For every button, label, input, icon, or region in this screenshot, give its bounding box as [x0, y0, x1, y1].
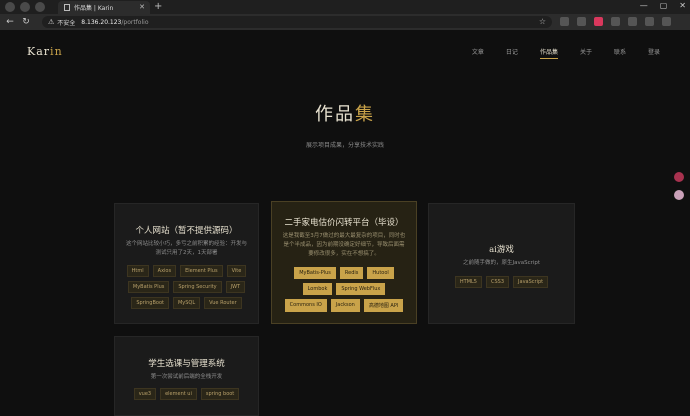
project-card-course-system[interactable]: 学生选课与管理系统 第一次尝试前后端的全栈开发 vue3 element ui … — [114, 336, 259, 416]
minimize-icon[interactable]: — — [640, 1, 648, 10]
favorites-icon[interactable] — [611, 17, 620, 26]
project-title: ai游戏 — [489, 245, 514, 255]
tag: JavaScript — [513, 276, 549, 288]
tag: Html — [126, 265, 149, 277]
url-path: /portfolio — [121, 18, 149, 26]
extension-red-icon[interactable] — [594, 17, 603, 26]
project-desc: 这个网站比较小巧，多亏之前积累的经验：开发与测试只用了2天，1天部署 — [125, 241, 247, 256]
workspaces-icon[interactable] — [20, 2, 30, 12]
nav-contact[interactable]: 联系 — [614, 47, 626, 59]
maximize-icon[interactable]: ▢ — [660, 1, 668, 10]
project-title: 个人网站（暂不提供源码） — [135, 226, 238, 236]
bookmark-star-icon[interactable]: ☆ — [539, 17, 546, 26]
tag: SpringBoot — [131, 297, 169, 309]
tag: Lombok — [302, 283, 333, 295]
close-tab-icon[interactable]: ✕ — [139, 3, 145, 11]
page-title-main: 作品 — [315, 104, 355, 125]
floating-extension-icon[interactable] — [674, 172, 684, 182]
menu-icon[interactable] — [662, 17, 671, 26]
tag: MySQL — [172, 297, 201, 309]
browser-tab-bar: 作品集 | Karin ✕ + — ▢ ✕ — [0, 0, 690, 14]
nav-portfolio[interactable]: 作品集 — [539, 47, 558, 59]
profile-icon[interactable] — [5, 2, 15, 12]
project-desc: 这是我截至3月7做过的最大最复杂的项目，同时也是个半成品，因为前期没确定好细节，… — [282, 233, 406, 257]
url-host: 8.136.20.123 — [81, 18, 122, 26]
project-tags: vue3 element ui spring boot — [125, 388, 248, 400]
insecure-label: 不安全 — [57, 19, 76, 27]
page-subtitle: 展示项目成果，分享技术实践 — [305, 142, 384, 149]
logo-accent: in — [50, 45, 63, 58]
reload-icon[interactable]: ↻ — [20, 17, 32, 27]
project-card-ai-game[interactable]: ai游戏 之前随手做的，原生JavaScript HTML5 CSS3 Java… — [428, 203, 575, 324]
tag: element ui — [160, 388, 197, 400]
tag: Element Plus — [180, 265, 223, 277]
site-logo[interactable]: Karin — [27, 45, 63, 58]
browser-tab[interactable]: 作品集 | Karin ✕ — [58, 1, 150, 14]
tab-actions-icon[interactable] — [35, 2, 45, 12]
address-bar[interactable]: ⚠ 不安全 8.136.20.123 /portfolio ☆ — [42, 16, 552, 28]
nav-about[interactable]: 关于 — [580, 47, 592, 59]
tag: Vite — [226, 265, 247, 277]
page-title: 作品集 — [0, 100, 690, 126]
tag: Axios — [152, 265, 177, 277]
split-screen-icon[interactable] — [577, 17, 586, 26]
tag: Jackson — [330, 299, 360, 312]
tag: Spring Security — [173, 281, 222, 293]
tag: Vue Router — [204, 297, 242, 309]
tag: CSS3 — [486, 276, 510, 288]
tag: 高德地图 API — [363, 299, 404, 312]
extension-icon[interactable] — [560, 17, 569, 26]
tag: Hutool — [367, 267, 394, 279]
close-window-icon[interactable]: ✕ — [679, 1, 686, 10]
tag: Redis — [339, 267, 364, 279]
portfolio-page: Karin 文章 日记 作品集 关于 联系 登录 作品集 展示项目成果，分享技术… — [0, 30, 690, 416]
project-card-appliance-platform[interactable]: 二手家电估价闪转平台（毕设） 这是我截至3月7做过的最大最复杂的项目，同时也是个… — [271, 201, 417, 324]
floating-assistant-icon[interactable] — [674, 190, 684, 200]
tag: Commons IO — [284, 299, 327, 312]
history-icon[interactable] — [628, 17, 637, 26]
tag: Spring WebFlux — [336, 283, 386, 295]
back-icon[interactable]: ← — [4, 17, 16, 27]
new-tab-button[interactable]: + — [154, 1, 162, 12]
downloads-icon[interactable] — [645, 17, 654, 26]
site-nav: 文章 日记 作品集 关于 联系 登录 — [472, 47, 660, 59]
project-title: 学生选课与管理系统 — [148, 359, 225, 369]
tab-title: 作品集 | Karin — [74, 5, 114, 12]
tag: HTML5 — [454, 276, 482, 288]
tag: MyBatis-Plus — [294, 267, 336, 279]
logo-text: Kar — [27, 45, 51, 58]
warning-icon[interactable]: ⚠ — [48, 18, 54, 26]
nav-login[interactable]: 登录 — [648, 47, 660, 59]
project-tags: Html Axios Element Plus Vite MyBatis Plu… — [125, 265, 248, 309]
nav-diary[interactable]: 日记 — [506, 47, 518, 59]
page-title-accent: 集 — [355, 104, 375, 125]
project-desc: 第一次尝试前后端的全栈开发 — [150, 374, 223, 380]
nav-articles[interactable]: 文章 — [472, 47, 484, 59]
tag: JWT — [225, 281, 246, 293]
browser-toolbar: ← ↻ ⚠ 不安全 8.136.20.123 /portfolio ☆ — [0, 14, 690, 30]
tag: spring boot — [200, 388, 240, 400]
project-title: 二手家电估价闪转平台（毕设） — [284, 218, 404, 228]
project-card-personal-site[interactable]: 个人网站（暂不提供源码） 这个网站比较小巧，多亏之前积累的经验：开发与测试只用了… — [114, 203, 259, 324]
project-tags: HTML5 CSS3 JavaScript — [439, 276, 564, 288]
project-tags: MyBatis-Plus Redis Hutool Lombok Spring … — [282, 267, 406, 312]
page-favicon-icon — [64, 4, 70, 11]
project-desc: 之前随手做的，原生JavaScript — [462, 260, 541, 266]
tag: MyBatis Plus — [127, 281, 170, 293]
tag: vue3 — [133, 388, 157, 400]
